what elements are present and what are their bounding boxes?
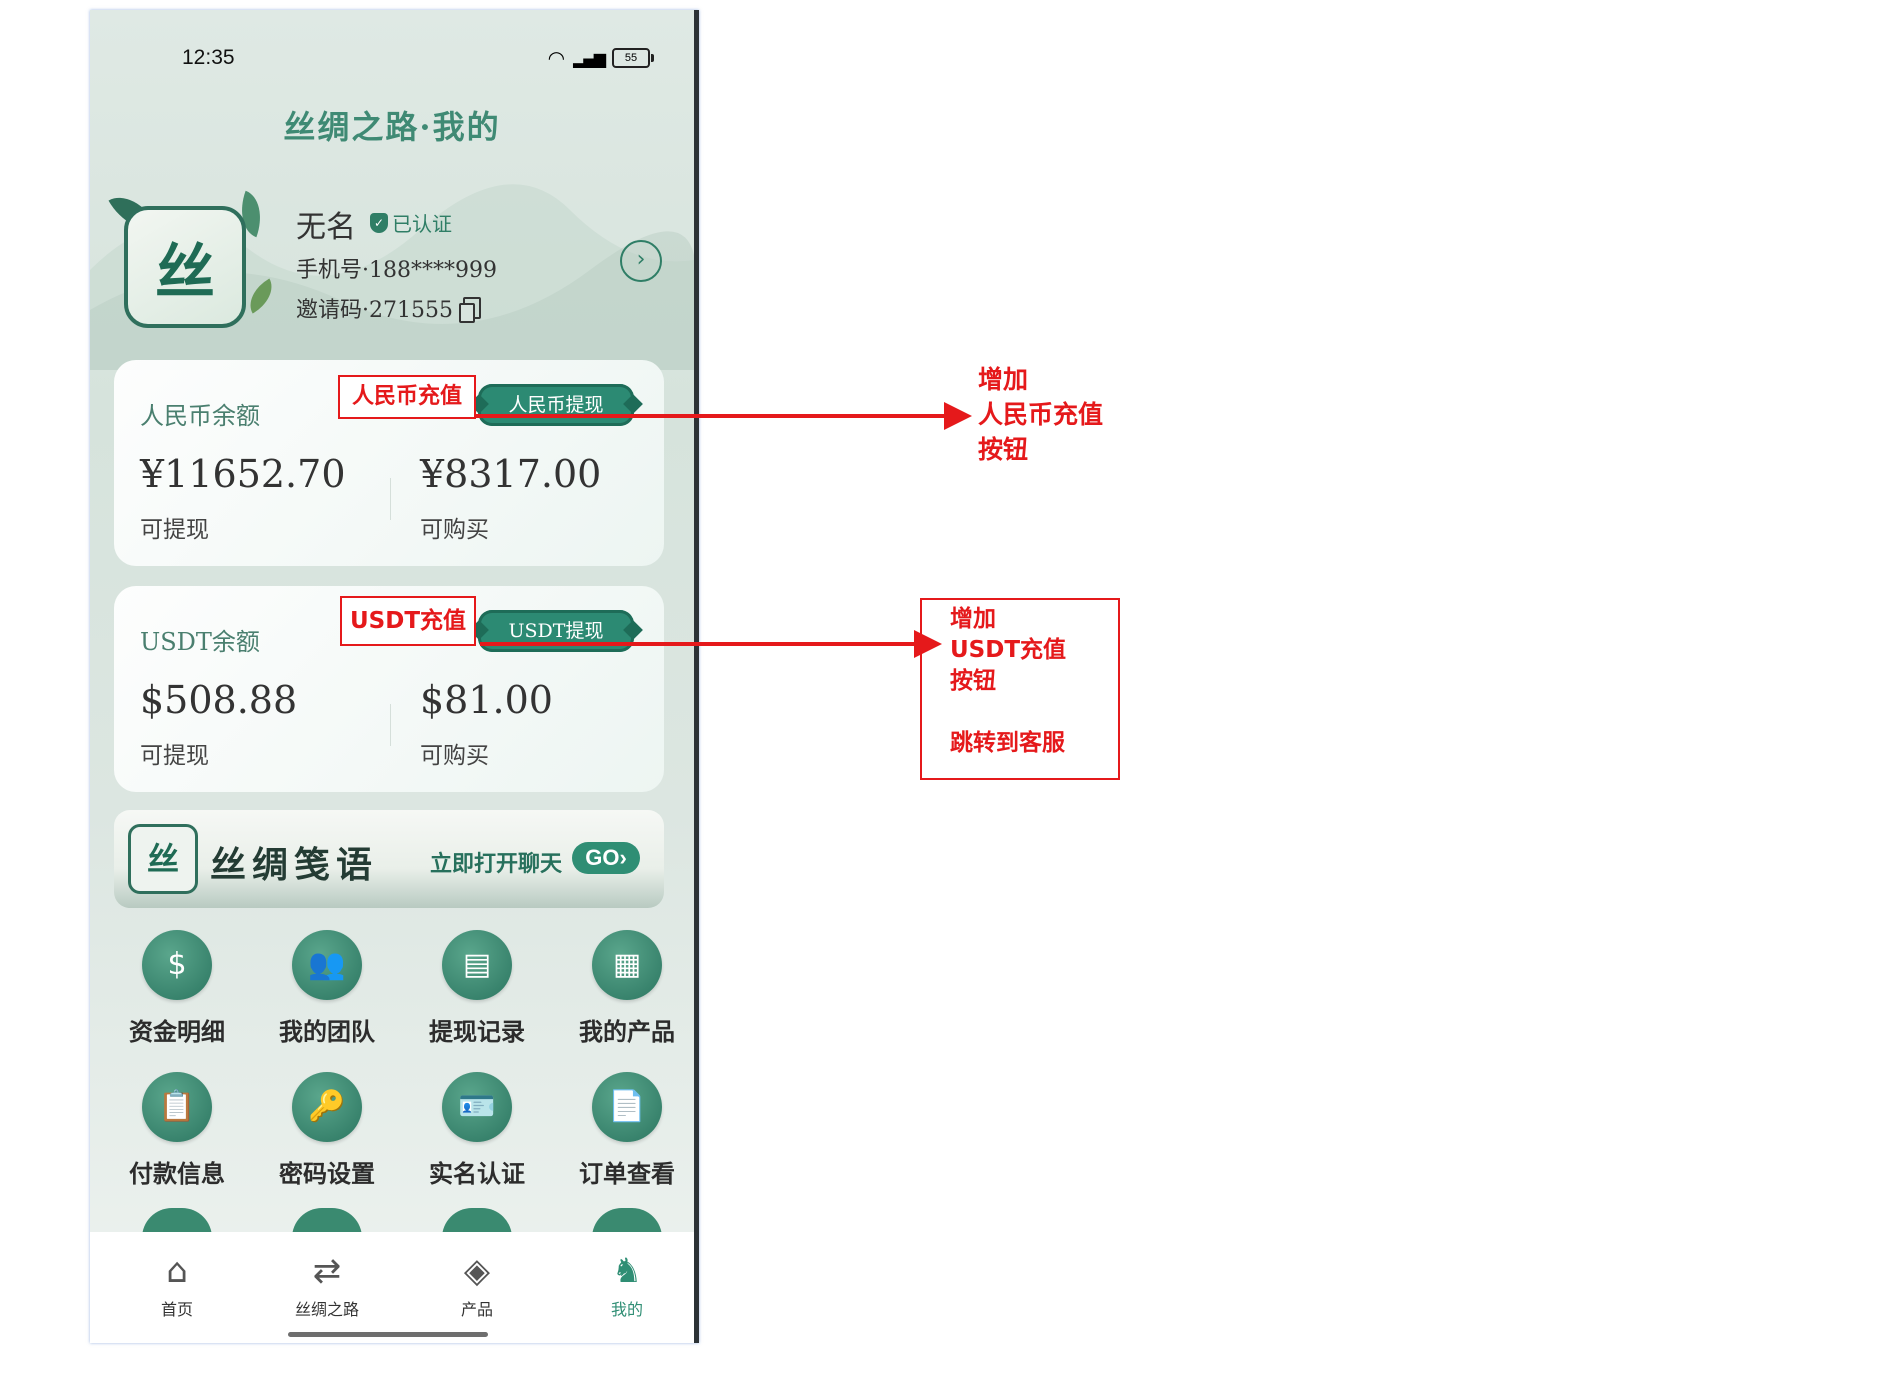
note-line: 人民币充值 — [978, 400, 1104, 429]
usdt-recharge-annotation-box: USDT充值 — [340, 596, 476, 646]
status-time: 12:35 — [182, 46, 235, 69]
menu-item-password-settings[interactable]: 🔑 密码设置 — [252, 1072, 402, 1189]
verified-badge: ✓ 已认证 — [370, 208, 452, 237]
rmb-annotation-note: 增加 人民币充值 按钮 — [978, 362, 1103, 467]
tab-label: 首页 — [160, 1300, 193, 1319]
home-indicator — [288, 1332, 488, 1337]
menu-item-label: 资金明细 — [129, 1017, 225, 1046]
rmb-balance-title: 人民币余额 — [140, 402, 260, 430]
id-card-icon: 🪪 — [442, 1072, 512, 1142]
go-button[interactable]: GO› — [572, 842, 640, 874]
page-title: 丝绸之路·我的 — [283, 108, 501, 146]
rmb-annotation-arrow — [476, 414, 946, 418]
money-bag-icon: $ — [142, 930, 212, 1000]
chat-banner[interactable]: 丝 丝绸笺语 立即打开聊天 GO› — [114, 810, 664, 908]
usdt-withdrawable-amount: $508.88 — [140, 678, 298, 722]
rmb-withdrawable-amount: ¥11652.70 — [140, 452, 346, 496]
usdt-withdrawable-label: 可提现 — [140, 743, 209, 769]
user-name: 无名 — [296, 210, 356, 245]
avatar-area[interactable]: 丝 — [108, 170, 288, 340]
menu-item-label: 密码设置 — [279, 1159, 375, 1188]
banner-title: 丝绸笺语 — [210, 844, 379, 886]
arrow-head-icon — [944, 402, 972, 430]
rmb-purchasable-amount: ¥8317.00 — [420, 452, 602, 496]
menu-item-label: 订单查看 — [579, 1159, 675, 1188]
note-line: USDT充值 — [950, 637, 1067, 663]
menu-item-label: 付款信息 — [129, 1159, 225, 1188]
withdraw-record-icon: ▤ — [442, 930, 512, 1000]
tab-label: 丝绸之路 — [294, 1300, 359, 1319]
user-key-icon: 🔑 — [292, 1072, 362, 1142]
menu-item-my-products[interactable]: ▦ 我的产品 — [552, 930, 694, 1047]
camel-icon: ♞ — [611, 1251, 643, 1291]
products-grid-icon: ▦ — [592, 930, 662, 1000]
menu-item-label: 我的团队 — [279, 1017, 375, 1046]
tab-products[interactable]: ◈ 产品 — [427, 1250, 527, 1320]
box-icon: ◈ — [463, 1251, 491, 1291]
invite-code: 邀请码·271555 — [296, 292, 481, 324]
card-divider — [390, 704, 391, 746]
phone-screen: 12:35 ◠ ▂▄▆ 55 丝绸之路·我的 丝 无名 ✓ 已认证 手机号·18… — [90, 10, 699, 1343]
note-line: 按钮 — [978, 435, 1029, 464]
verified-label: 已认证 — [392, 214, 452, 236]
avatar[interactable]: 丝 — [124, 206, 246, 328]
menu-item-label: 我的产品 — [579, 1017, 675, 1046]
rmb-withdraw-button[interactable]: 人民币提现 — [478, 384, 634, 426]
battery-icon: 55 — [612, 48, 654, 68]
rmb-recharge-annotation-box: 人民币充值 — [338, 375, 476, 419]
copy-icon[interactable] — [458, 297, 481, 323]
banner-logo: 丝 — [128, 824, 198, 894]
rmb-withdrawable-label: 可提现 — [140, 517, 209, 543]
usdt-annotation-note: 增加 USDT充值 按钮 跳转到客服 — [920, 598, 1120, 780]
signal-icon: ▂▄▆ — [573, 48, 606, 68]
tab-mine[interactable]: ♞ 我的 — [577, 1250, 677, 1320]
leaf-decoration — [241, 278, 281, 314]
menu-item-label: 提现记录 — [429, 1017, 525, 1046]
tab-label: 我的 — [610, 1300, 643, 1319]
tab-silk-road[interactable]: ⇄ 丝绸之路 — [277, 1250, 377, 1320]
menu-item-real-name[interactable]: 🪪 实名认证 — [402, 1072, 552, 1189]
tab-label: 产品 — [460, 1300, 493, 1319]
wifi-icon: ◠ — [547, 46, 566, 70]
shield-check-icon: ✓ — [370, 212, 388, 233]
profile-chevron-right-icon[interactable]: › — [620, 240, 662, 282]
invite-code-text: 邀请码·271555 — [296, 298, 453, 323]
menu-item-orders[interactable]: 📄 订单查看 — [552, 1072, 694, 1189]
banner-cta[interactable]: 立即打开聊天 — [430, 846, 562, 878]
document-icon: 📄 — [592, 1072, 662, 1142]
menu-item-fund-details[interactable]: $ 资金明细 — [102, 930, 252, 1047]
menu-item-payment-info[interactable]: 📋 付款信息 — [102, 1072, 252, 1189]
usdt-annotation-arrow — [480, 642, 916, 646]
status-bar: 12:35 ◠ ▂▄▆ 55 — [90, 38, 694, 72]
team-icon: 👥 — [292, 930, 362, 1000]
tab-home[interactable]: ⌂ 首页 — [127, 1250, 227, 1320]
clipboard-icon: 📋 — [142, 1072, 212, 1142]
note-line: 按钮 — [950, 668, 996, 694]
menu-item-label: 实名认证 — [429, 1159, 525, 1188]
home-icon: ⌂ — [166, 1251, 188, 1291]
usdt-purchasable-amount: $81.00 — [420, 678, 553, 722]
card-divider — [390, 478, 391, 520]
menu-item-my-team[interactable]: 👥 我的团队 — [252, 930, 402, 1047]
signpost-icon: ⇄ — [312, 1251, 342, 1291]
menu-item-withdraw-record[interactable]: ▤ 提现记录 — [402, 930, 552, 1047]
rmb-purchasable-label: 可购买 — [420, 517, 489, 543]
usdt-purchasable-label: 可购买 — [420, 743, 489, 769]
note-line: 跳转到客服 — [950, 730, 1065, 756]
note-line: 增加 — [978, 365, 1029, 394]
bottom-tab-bar: ⌂ 首页 ⇄ 丝绸之路 ◈ 产品 ♞ 我的 — [90, 1232, 694, 1343]
note-line: 增加 — [950, 606, 996, 632]
usdt-balance-title: USDT余额 — [140, 628, 260, 656]
phone-number: 手机号·188****999 — [296, 258, 497, 283]
note-spacer — [950, 697, 1118, 728]
